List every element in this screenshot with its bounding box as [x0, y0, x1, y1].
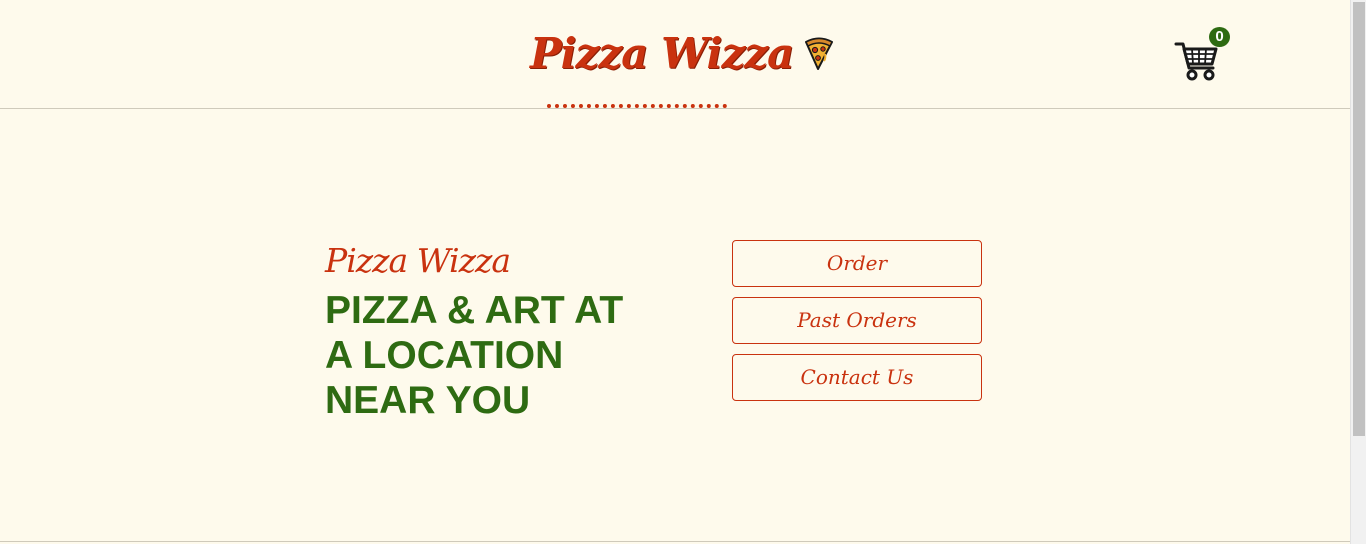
past-orders-button[interactable]: Past Orders	[732, 297, 982, 344]
site-header: Pizza Wizza 0	[0, 0, 1350, 109]
scrollbar-thumb[interactable]	[1353, 2, 1365, 436]
pizza-slice-icon	[805, 37, 834, 70]
main-nav: Order Past Orders Contact Us	[732, 240, 982, 411]
footer-divider	[0, 541, 1350, 542]
vertical-scrollbar[interactable]	[1350, 0, 1366, 544]
hero-tagline: PIZZA & ART AT A LOCATION NEAR YOU	[325, 289, 624, 422]
hero-brand-title: Pizza Wizza	[325, 241, 511, 280]
brand-logo-link[interactable]: Pizza Wizza	[530, 26, 835, 82]
cart-count-badge: 0	[1209, 27, 1230, 47]
contact-us-button[interactable]: Contact Us	[732, 354, 982, 401]
brand-underline	[547, 104, 727, 108]
brand-title: Pizza Wizza	[530, 29, 794, 78]
order-button[interactable]: Order	[732, 240, 982, 287]
hero-section: Pizza Wizza PIZZA & ART AT A LOCATION NE…	[325, 238, 685, 423]
page: Pizza Wizza 0 Pizza Wizza PIZZA & ART AT…	[0, 0, 1350, 544]
